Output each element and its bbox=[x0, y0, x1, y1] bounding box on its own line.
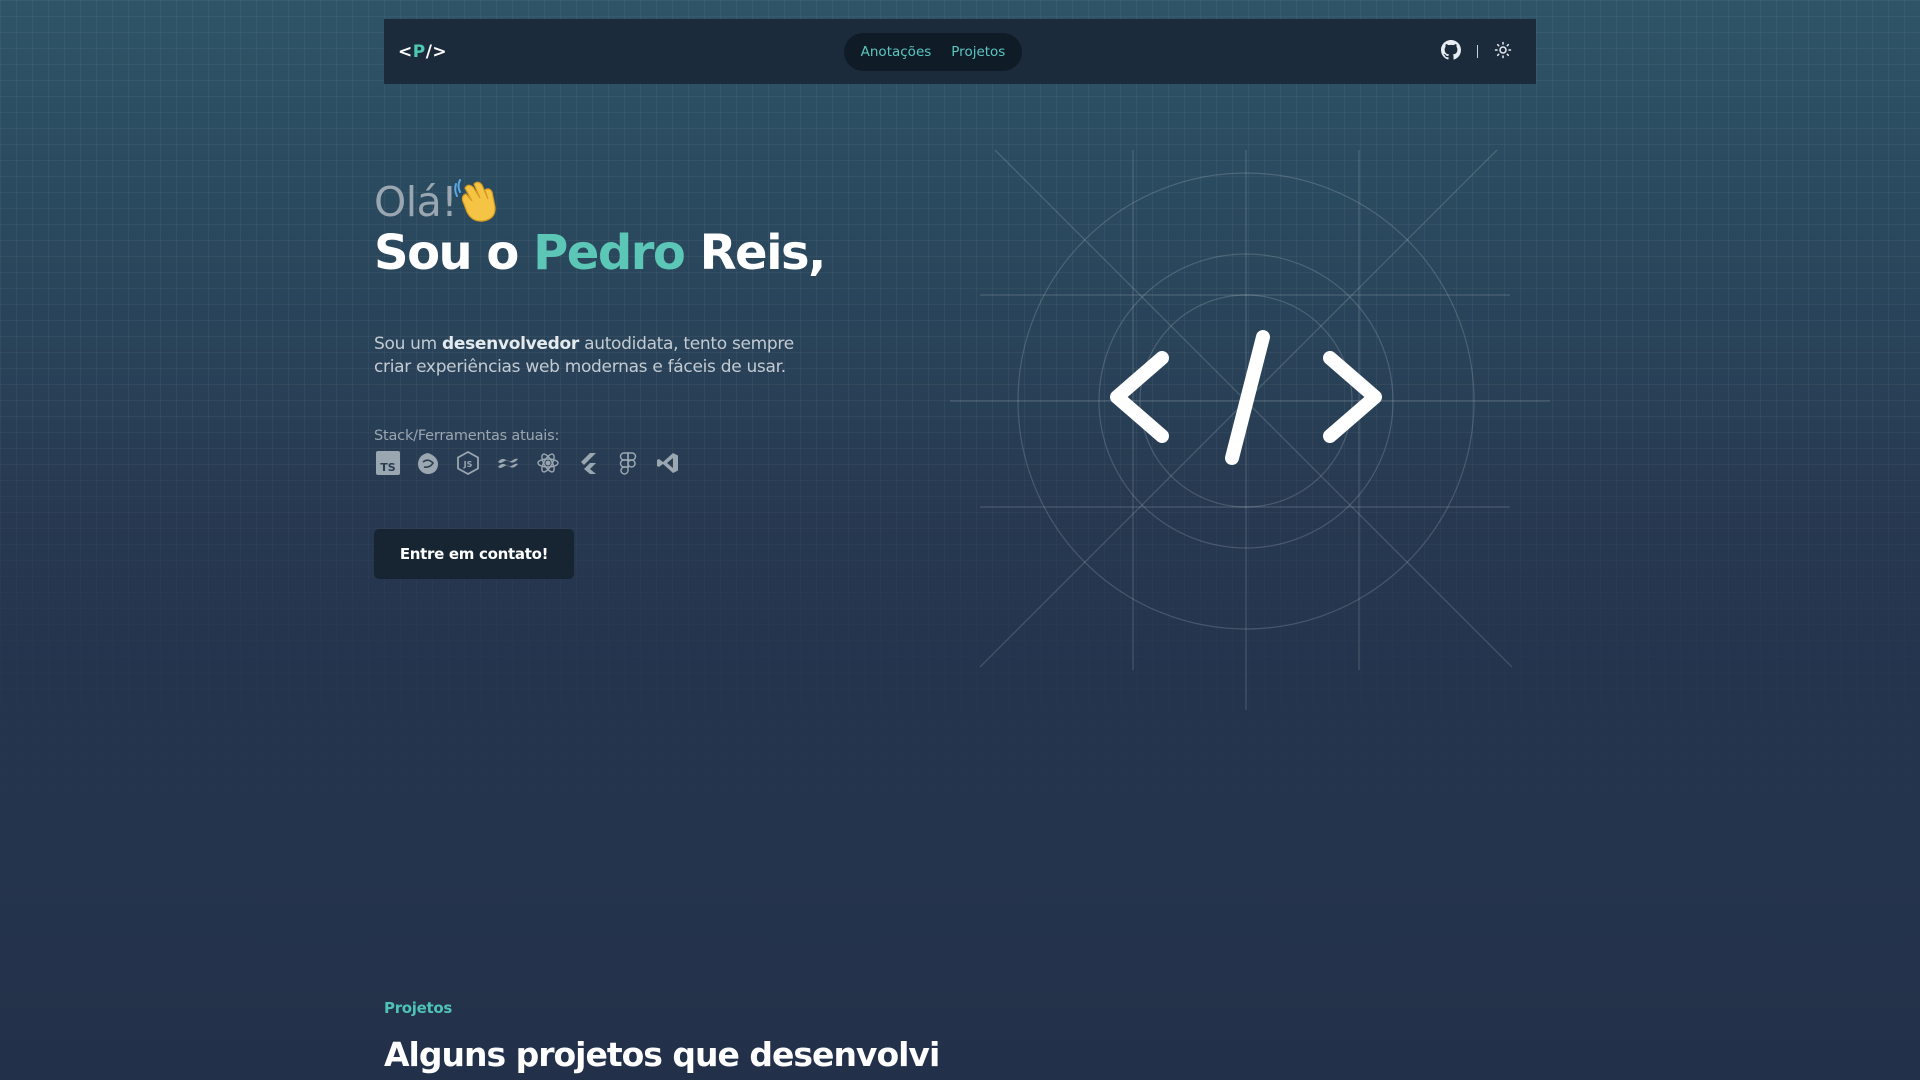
hero-headline: Sou o Pedro Reis, bbox=[374, 225, 827, 281]
hero-description: Sou um desenvolvedor autodidata, tento s… bbox=[374, 333, 794, 379]
tailwind-icon bbox=[494, 449, 522, 477]
nav-link-projetos[interactable]: Projetos bbox=[951, 44, 1005, 60]
figma-icon bbox=[614, 449, 642, 477]
desc-part-1: Sou um bbox=[374, 334, 443, 354]
greeting: Olá! bbox=[374, 178, 458, 226]
logo[interactable]: <P/> bbox=[398, 42, 447, 62]
svg-text:JS: JS bbox=[463, 460, 473, 469]
logo-bracket-left: < bbox=[398, 41, 413, 62]
logo-bracket-right: /> bbox=[425, 41, 448, 62]
nav-link-anotacoes[interactable]: Anotações bbox=[861, 44, 932, 60]
divider bbox=[1477, 45, 1478, 58]
waving-hand-icon bbox=[450, 174, 500, 228]
contact-button[interactable]: Entre em contato! bbox=[374, 529, 574, 579]
stack-icons: TS JS bbox=[374, 449, 682, 477]
section-label: Projetos bbox=[384, 999, 453, 1017]
sun-icon[interactable] bbox=[1494, 41, 1512, 63]
code-illustration bbox=[950, 134, 1550, 714]
nodejs-icon: JS bbox=[454, 449, 482, 477]
logo-letter: P bbox=[412, 41, 426, 62]
headline-pre: Sou o bbox=[374, 225, 534, 281]
nestjs-icon bbox=[414, 449, 442, 477]
section-title: Alguns projetos que desenvolvi bbox=[384, 1035, 940, 1074]
typescript-icon: TS bbox=[374, 449, 402, 477]
github-icon[interactable] bbox=[1441, 39, 1461, 64]
headline-post: Reis, bbox=[684, 225, 827, 281]
flutter-icon bbox=[574, 449, 602, 477]
headline-name: Pedro bbox=[533, 225, 686, 281]
navbar: <P/> Anotações Projetos bbox=[384, 19, 1536, 84]
nav-pill: Anotações Projetos bbox=[844, 33, 1022, 71]
stack-label: Stack/Ferramentas atuais: bbox=[374, 428, 560, 444]
nav-actions bbox=[1441, 19, 1512, 84]
vscode-icon bbox=[654, 449, 682, 477]
react-icon bbox=[534, 449, 562, 477]
desc-bold: desenvolvedor bbox=[442, 334, 579, 354]
svg-text:TS: TS bbox=[380, 461, 396, 474]
